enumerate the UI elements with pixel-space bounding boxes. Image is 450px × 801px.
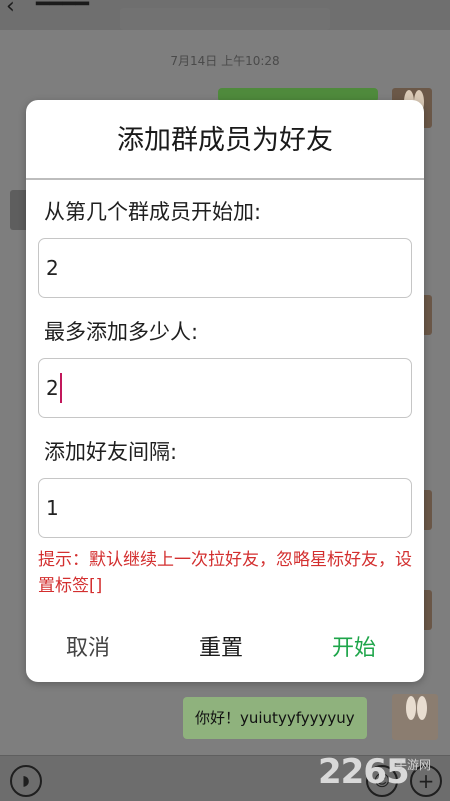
interval-value: 1 xyxy=(46,496,59,520)
user-avatar xyxy=(392,694,438,740)
max-count-input[interactable]: 2 xyxy=(38,358,412,418)
chat-title: ━━━━ xyxy=(36,0,89,17)
cancel-button[interactable]: 取消 xyxy=(66,630,110,662)
watermark-subtitle: 手游网 xyxy=(395,758,432,772)
reset-button[interactable]: 重置 xyxy=(199,630,243,662)
voice-input-icon[interactable]: ◗ xyxy=(10,765,42,797)
max-count-label: 最多添加多少人: xyxy=(44,320,199,344)
interval-input[interactable]: 1 xyxy=(38,478,412,538)
add-group-members-dialog: 添加群成员为好友 从第几个群成员开始加: 2 最多添加多少人: 2 添加好友间隔… xyxy=(26,100,424,682)
start-index-input[interactable]: 2 xyxy=(38,238,412,298)
max-count-value: 2 xyxy=(46,376,59,400)
start-index-label: 从第几个群成员开始加: xyxy=(44,200,262,224)
interval-label: 添加好友间隔: xyxy=(44,440,178,464)
start-button[interactable]: 开始 xyxy=(332,630,376,662)
back-arrow-icon[interactable]: ‹ xyxy=(6,0,15,19)
start-index-value: 2 xyxy=(46,256,59,280)
text-caret xyxy=(59,373,62,403)
chat-timestamp: 7月14日 上午10:28 xyxy=(170,54,280,68)
system-notice-pill xyxy=(120,8,330,30)
dialog-title: 添加群成员为好友 xyxy=(117,125,333,156)
hint-text: 提示：默认继续上一次拉好友，忽略星标好友，设置标签[] xyxy=(38,550,412,596)
last-outgoing-message: 你好！yuiutyyfyyyyuy xyxy=(183,697,367,739)
title-divider xyxy=(26,178,424,180)
